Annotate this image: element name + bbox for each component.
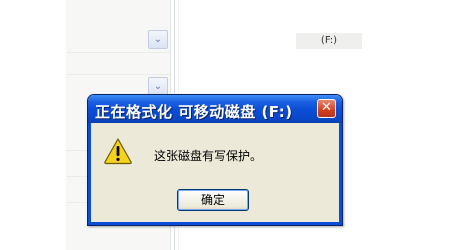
panel-divider	[66, 52, 170, 53]
dialog-titlebar[interactable]: 正在格式化 可移动磁盘 (F:) ✕	[88, 95, 342, 123]
dialog-title: 正在格式化 可移动磁盘 (F:)	[95, 103, 293, 121]
dialog-frame	[88, 123, 91, 225]
format-error-dialog: 正在格式化 可移动磁盘 (F:) ✕ 这张磁盘有写保护。 确定	[87, 94, 343, 226]
dialog-frame	[88, 222, 342, 225]
drive-label: (F:)	[296, 33, 362, 49]
dialog-message: 这张磁盘有写保护。	[154, 149, 263, 163]
close-button[interactable]: ✕	[317, 99, 336, 118]
dialog-frame	[339, 123, 342, 225]
ok-button[interactable]: 确定	[177, 189, 249, 211]
warning-icon	[104, 138, 132, 165]
panel-divider	[66, 74, 170, 75]
close-icon: ✕	[321, 100, 332, 115]
dropdown-arrow-button[interactable]: ⌄	[148, 30, 168, 49]
ok-button-label: 确定	[200, 193, 225, 207]
